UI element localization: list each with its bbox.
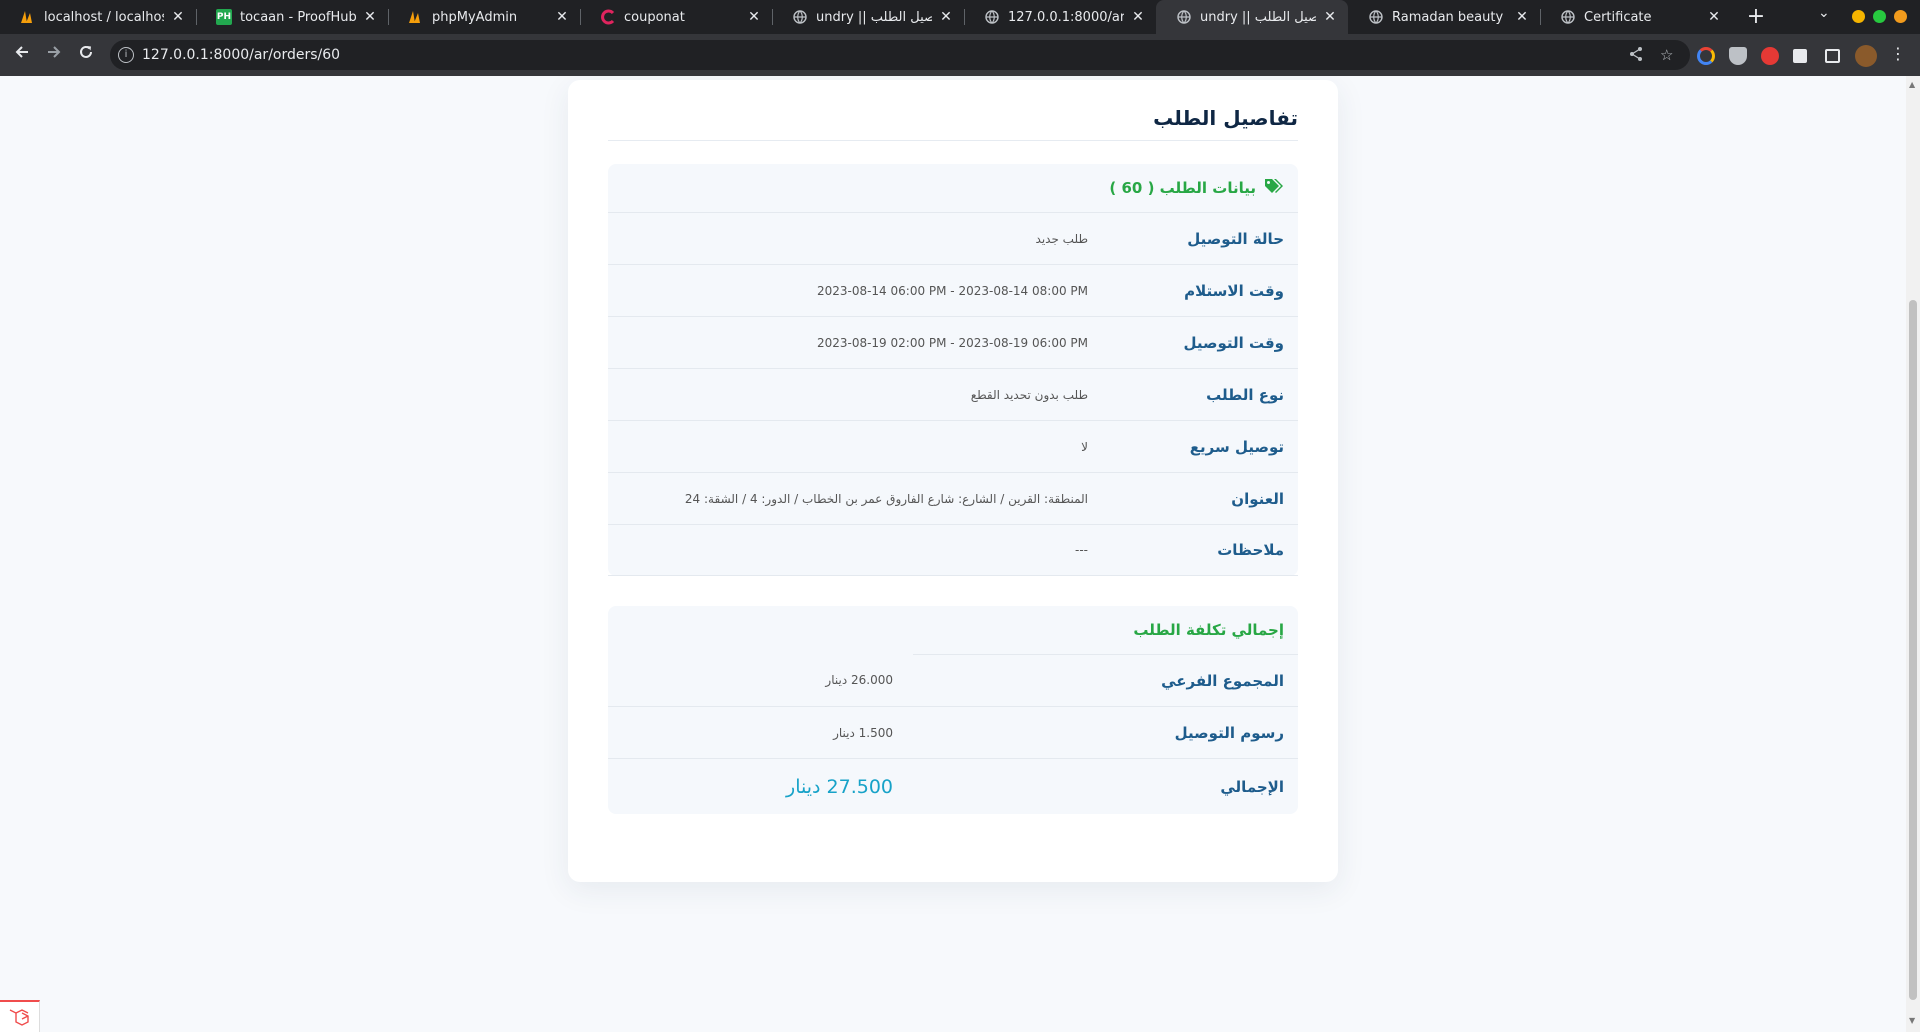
close-tab-icon[interactable]: ✕ <box>554 9 570 25</box>
laravel-debugbar-icon[interactable] <box>0 1000 40 1032</box>
detail-row: نوع الطلب طلب بدون تحديد القطع <box>608 368 1298 420</box>
tab-search-chevron-icon[interactable]: ⌄ <box>1818 5 1830 21</box>
shield-extension-icon[interactable] <box>1729 47 1747 65</box>
globe-icon <box>1368 9 1384 25</box>
browser-tab-active[interactable]: undry || تفاصيل الطلب ✕ <box>1156 0 1348 34</box>
close-tab-icon[interactable]: ✕ <box>1322 9 1338 25</box>
side-panel-icon[interactable] <box>1825 49 1840 63</box>
detail-value: --- <box>1075 543 1088 557</box>
detail-row: وقت التوصيل 2023-08-19 02:00 PM - 2023-0… <box>608 316 1298 368</box>
detail-value: 2023-08-19 02:00 PM - 2023-08-19 06:00 P… <box>816 335 1088 350</box>
detail-value: طلب بدون تحديد القطع <box>970 387 1088 402</box>
grand-total-row: الإجمالي 27.500 دينار <box>608 758 1298 814</box>
couponat-icon <box>600 9 616 25</box>
browser-tab-strip: localhost / localhost / ✕ PH tocaan - Pr… <box>0 0 1920 34</box>
page-title: تفاصيل الطلب <box>1153 106 1298 130</box>
profile-avatar[interactable] <box>1855 45 1877 67</box>
browser-tab[interactable]: PH tocaan - ProofHub ✕ <box>196 0 388 34</box>
grand-total-value: 27.500 دينار <box>786 775 893 798</box>
browser-tab[interactable]: Certificate ✕ <box>1540 0 1732 34</box>
detail-label: توصيل سريع <box>1189 437 1284 456</box>
globe-icon <box>792 9 808 25</box>
proofhub-icon: PH <box>216 9 232 25</box>
globe-icon <box>984 9 1000 25</box>
delivery-fee-row: رسوم التوصيل 1.500 دينار <box>608 706 1298 758</box>
detail-value: المنطقة: القرين / الشارع: شارع الفاروق ع… <box>684 491 1088 506</box>
close-tab-icon[interactable]: ✕ <box>362 9 378 25</box>
detail-label: وقت التوصيل <box>1183 333 1284 352</box>
adblock-extension-icon[interactable] <box>1761 47 1779 65</box>
detail-value: لا <box>1081 439 1088 454</box>
window-close-button[interactable] <box>1894 10 1907 23</box>
browser-tab[interactable]: 127.0.0.1:8000/ar/orde ✕ <box>964 0 1156 34</box>
browser-tab[interactable]: localhost / localhost / ✕ <box>0 0 196 34</box>
detail-row: توصيل سريع لا <box>608 420 1298 472</box>
globe-icon <box>1560 9 1576 25</box>
page-viewport: تفاصيل الطلب بيانات الطلب ( 60 ) حالة ال… <box>0 76 1906 1032</box>
page-scrollbar[interactable]: ▲ ▼ <box>1906 76 1920 1032</box>
globe-icon <box>1176 9 1192 25</box>
order-totals-section: إجمالي تكلفة الطلب المجموع الفرعي 26.000… <box>608 606 1298 814</box>
order-details-card: تفاصيل الطلب بيانات الطلب ( 60 ) حالة ال… <box>568 80 1338 882</box>
divider <box>608 140 1298 141</box>
reload-icon[interactable] <box>72 41 100 69</box>
detail-label: العنوان <box>1231 489 1284 508</box>
address-bar[interactable]: i 127.0.0.1:8000/ar/orders/60 ☆ <box>110 40 1690 70</box>
url-text[interactable]: 127.0.0.1:8000/ar/orders/60 <box>142 47 340 63</box>
detail-value: 2023-08-14 06:00 PM - 2023-08-14 08:00 P… <box>816 283 1088 298</box>
close-tab-icon[interactable]: ✕ <box>170 9 186 25</box>
detail-row: العنوان المنطقة: القرين / الشارع: شارع ا… <box>608 472 1298 524</box>
order-info-section: بيانات الطلب ( 60 ) حالة التوصيل طلب جدي… <box>608 164 1298 576</box>
tags-icon <box>1264 178 1284 198</box>
browser-tab[interactable]: undry || تفاصيل الطلب ✕ <box>772 0 964 34</box>
grand-total-label: الإجمالي <box>1220 777 1284 796</box>
close-tab-icon[interactable]: ✕ <box>1130 9 1146 25</box>
forward-arrow-icon[interactable] <box>40 41 68 69</box>
subtotal-label: المجموع الفرعي <box>913 654 1298 706</box>
detail-label: ملاحظات <box>1217 541 1284 559</box>
scrollbar-thumb[interactable] <box>1909 300 1917 1000</box>
subtotal-row: المجموع الفرعي 26.000 دينار <box>608 654 1298 706</box>
share-icon[interactable] <box>1628 46 1644 66</box>
window-maximize-button[interactable] <box>1873 10 1886 23</box>
detail-label: نوع الطلب <box>1206 385 1284 404</box>
browser-toolbar: i 127.0.0.1:8000/ar/orders/60 ☆ ⋮ <box>0 34 1920 76</box>
detail-row: ملاحظات --- <box>608 524 1298 576</box>
scroll-up-icon[interactable]: ▲ <box>1909 80 1915 89</box>
bookmark-star-icon[interactable]: ☆ <box>1660 46 1673 64</box>
browser-menu-icon[interactable]: ⋮ <box>1890 44 1906 63</box>
browser-tab[interactable]: Ramadan beauty coun ✕ <box>1348 0 1540 34</box>
delivery-fee-label: رسوم التوصيل <box>1174 723 1284 742</box>
delivery-fee-value: 1.500 دينار <box>833 725 893 740</box>
detail-row: وقت الاستلام 2023-08-14 06:00 PM - 2023-… <box>608 264 1298 316</box>
back-arrow-icon[interactable] <box>8 41 36 69</box>
chrome-extension-icon[interactable] <box>1697 47 1715 65</box>
site-info-icon[interactable]: i <box>118 47 134 63</box>
subtotal-value: 26.000 دينار <box>825 673 893 687</box>
detail-value: طلب جديد <box>1035 231 1088 246</box>
detail-label: وقت الاستلام <box>1184 281 1284 300</box>
detail-row: حالة التوصيل طلب جديد <box>608 212 1298 264</box>
close-tab-icon[interactable]: ✕ <box>1514 9 1530 25</box>
close-tab-icon[interactable]: ✕ <box>1706 9 1722 25</box>
order-info-heading: بيانات الطلب ( 60 ) <box>608 164 1298 212</box>
browser-tab[interactable]: couponat ✕ <box>580 0 772 34</box>
puzzle-extensions-icon[interactable] <box>1793 49 1807 63</box>
close-tab-icon[interactable]: ✕ <box>746 9 762 25</box>
phpmyadmin-icon <box>20 9 36 25</box>
phpmyadmin-icon <box>408 9 424 25</box>
close-tab-icon[interactable]: ✕ <box>938 9 954 25</box>
order-totals-heading: إجمالي تكلفة الطلب <box>1133 621 1284 639</box>
scroll-down-icon[interactable]: ▼ <box>1909 1016 1915 1025</box>
detail-label: حالة التوصيل <box>1187 229 1284 248</box>
window-controls <box>1852 10 1907 23</box>
new-tab-button[interactable]: + <box>1742 3 1770 31</box>
window-minimize-button[interactable] <box>1852 10 1865 23</box>
browser-tab[interactable]: phpMyAdmin ✕ <box>388 0 580 34</box>
